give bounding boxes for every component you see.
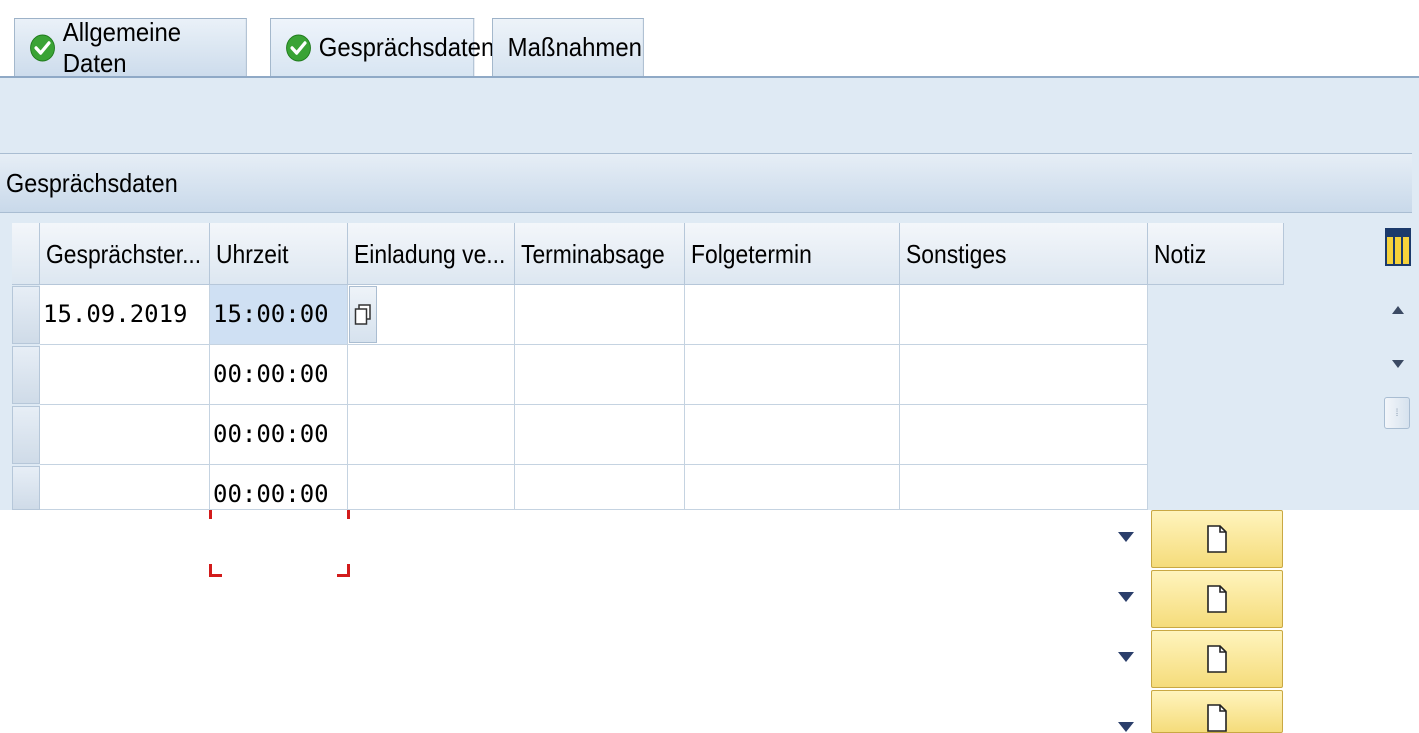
note-button[interactable] [1151,510,1283,568]
tab-gespraechsdaten[interactable]: Gesprächsdaten [270,18,494,76]
date-cell[interactable]: 15.09.2019 [40,285,210,345]
scroll-up-icon [1392,306,1404,314]
date-cell[interactable] [40,405,210,465]
terminabsage-cell[interactable] [515,465,685,510]
column-header-einladung[interactable]: Einladung ve... [348,223,515,285]
check-circle-icon [286,34,311,61]
tab-allgemeine-daten[interactable]: Allgemeine Daten [14,16,247,78]
value-help-button[interactable] [349,286,377,343]
sonstiges-dropdown[interactable] [900,345,1148,405]
row-selector-header[interactable] [12,223,40,285]
panel-title: Gesprächsdaten [6,168,178,198]
einladung-cell[interactable] [348,405,515,465]
folgetermin-cell[interactable] [685,465,900,510]
column-header-folgetermin[interactable]: Folgetermin [685,223,900,285]
sonstiges-dropdown[interactable] [900,405,1148,465]
check-circle-icon [30,34,55,61]
note-button[interactable] [1151,570,1283,628]
copy-icon [354,303,371,325]
tab-label: Allgemeine Daten [62,16,182,78]
dropdown-arrow-icon[interactable] [1118,532,1134,542]
time-cell[interactable]: 00:00:00 [210,405,348,465]
column-header-gespraechstermin[interactable]: Gesprächster... [40,223,210,285]
row-selector[interactable] [12,406,40,464]
scroll-down-button[interactable] [1381,349,1415,379]
einladung-cell[interactable] [348,465,515,510]
tab-label: Maßnahmen [507,32,642,62]
sonstiges-dropdown[interactable] [900,285,1148,345]
row-selector[interactable] [12,286,40,344]
note-button[interactable] [1151,630,1283,688]
column-header-notiz[interactable]: Notiz [1148,223,1284,285]
dropdown-arrow-icon[interactable] [1118,722,1134,732]
tab-massnahmen[interactable]: Maßnahmen [492,18,644,76]
column-header-terminabsage[interactable]: Terminabsage [515,223,685,285]
dropdown-arrow-icon[interactable] [1118,592,1134,602]
document-icon [1207,645,1227,673]
scrollbar-thumb[interactable]: ⁞ [1384,397,1410,429]
focus-marker [209,564,222,577]
sonstiges-dropdown[interactable] [900,465,1148,510]
date-cell[interactable] [40,345,210,405]
dropdown-arrow-icon[interactable] [1118,652,1134,662]
terminabsage-cell[interactable] [515,345,685,405]
row-selector[interactable] [12,346,40,404]
date-cell[interactable] [40,465,210,510]
note-button[interactable] [1151,690,1283,733]
einladung-cell[interactable] [348,345,515,405]
folgetermin-cell[interactable] [685,405,900,465]
terminabsage-cell[interactable] [515,405,685,465]
document-icon [1207,704,1227,732]
folgetermin-cell[interactable] [685,285,900,345]
column-header-sonstiges[interactable]: Sonstiges [900,223,1148,285]
tab-label: Gesprächsdaten [318,32,495,62]
scroll-up-button[interactable] [1381,295,1415,325]
document-icon [1207,525,1227,553]
folgetermin-cell[interactable] [685,345,900,405]
scroll-down-icon [1392,360,1404,368]
panel-header: Gesprächsdaten [0,153,1412,213]
vertical-scrollbar[interactable]: ⁞ [1381,223,1419,510]
time-cell[interactable]: 00:00:00 [210,345,348,405]
time-cell[interactable]: 00:00:00 [210,465,348,510]
tabstrip: Allgemeine Daten Gesprächsdaten Maßnahme… [0,0,1419,78]
document-icon [1207,585,1227,613]
column-settings-button[interactable] [1381,227,1415,267]
time-input-focused[interactable]: 15:00:00 [210,285,348,345]
focus-marker [337,564,350,577]
row-selector[interactable] [12,466,40,510]
column-settings-icon [1385,228,1411,266]
terminabsage-cell[interactable] [515,285,685,345]
column-header-uhrzeit[interactable]: Uhrzeit [210,223,348,285]
